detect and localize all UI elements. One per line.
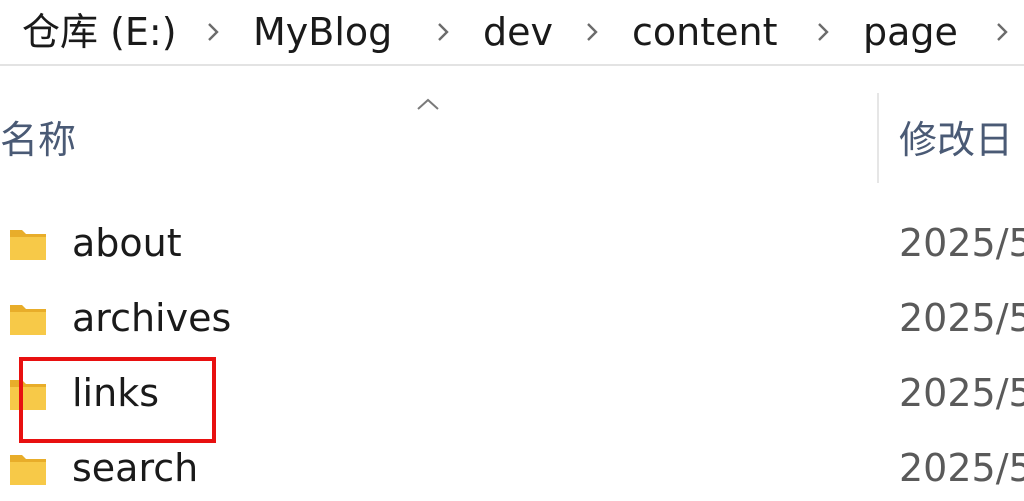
chevron-right-icon[interactable] <box>582 20 602 44</box>
file-name[interactable]: links <box>72 368 159 418</box>
breadcrumb-item-myblog[interactable]: MyBlog <box>253 8 392 56</box>
file-name[interactable]: archives <box>72 293 231 343</box>
chevron-right-icon[interactable] <box>433 20 453 44</box>
column-header-name[interactable]: 名称 <box>0 117 76 163</box>
breadcrumb-item-dev[interactable]: dev <box>483 8 553 56</box>
file-name[interactable]: about <box>72 218 182 268</box>
folder-icon <box>8 374 48 414</box>
file-explorer: 仓库 (E:) MyBlog dev content page 名称 修改日 a… <box>0 0 1024 501</box>
file-date: 2025/5 <box>899 296 1024 340</box>
list-item[interactable]: about 2025/5 <box>0 212 1024 278</box>
chevron-right-icon[interactable] <box>813 20 833 44</box>
file-name[interactable]: search <box>72 443 198 493</box>
file-date: 2025/5 <box>899 371 1024 415</box>
column-header-date-modified[interactable]: 修改日 <box>899 117 1013 163</box>
chevron-up-icon <box>415 96 441 112</box>
list-item[interactable]: archives 2025/5 <box>0 287 1024 353</box>
folder-icon <box>8 449 48 489</box>
breadcrumb-item-content[interactable]: content <box>632 8 778 56</box>
file-date: 2025/5 <box>899 446 1024 490</box>
breadcrumb-item-page[interactable]: page <box>863 8 958 56</box>
file-date: 2025/5 <box>899 221 1024 265</box>
chevron-right-icon[interactable] <box>203 20 223 44</box>
chevron-right-icon[interactable] <box>992 20 1012 44</box>
breadcrumb-item-drive[interactable]: 仓库 (E:) <box>22 8 177 56</box>
list-item[interactable]: search 2025/5 <box>0 437 1024 501</box>
folder-icon <box>8 299 48 339</box>
list-item[interactable]: links 2025/5 <box>0 362 1024 428</box>
column-divider[interactable] <box>877 93 879 183</box>
breadcrumb: 仓库 (E:) MyBlog dev content page <box>0 0 1024 66</box>
folder-icon <box>8 224 48 264</box>
